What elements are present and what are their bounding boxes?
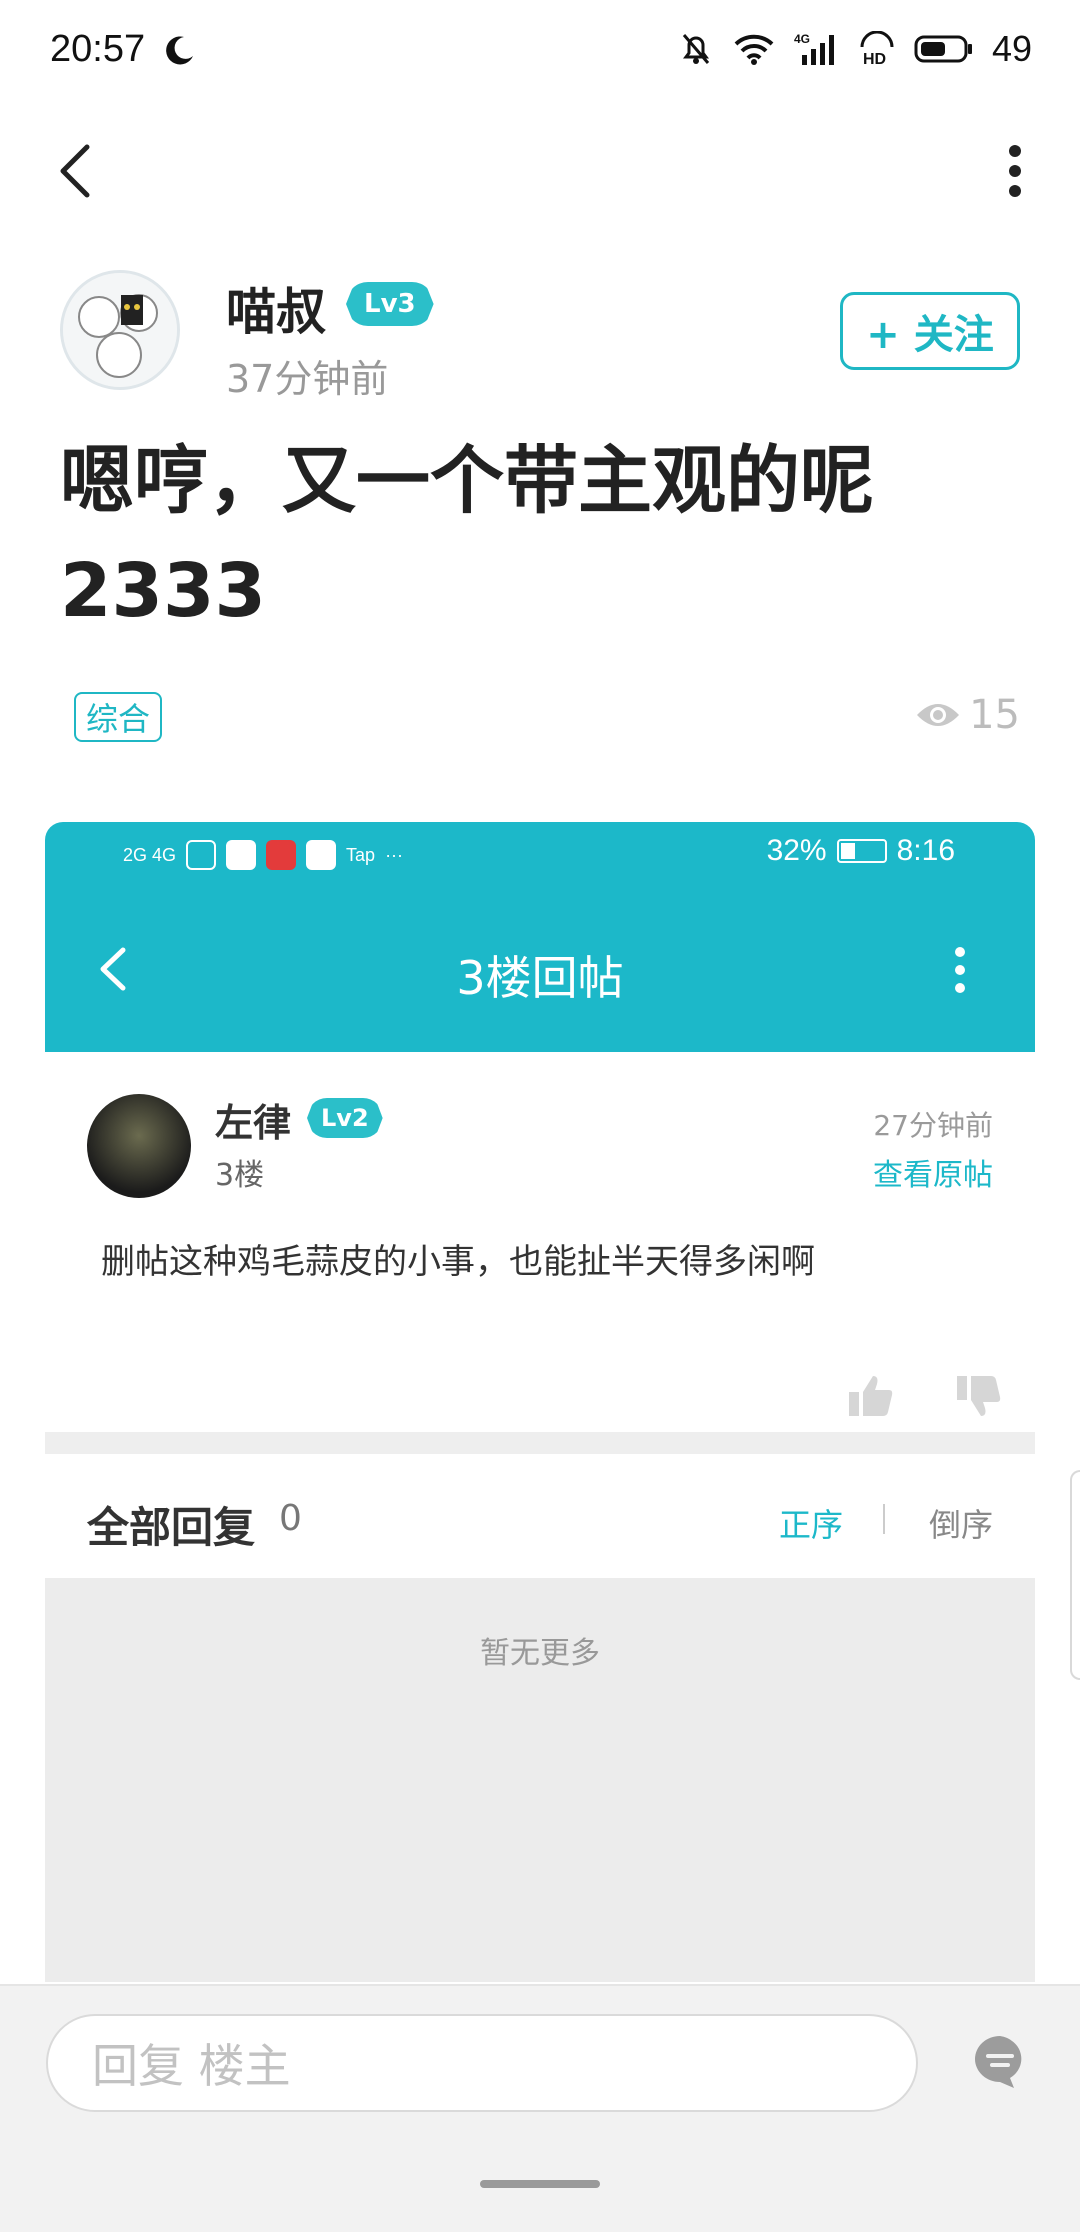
category-tag[interactable]: 综合 xyxy=(74,692,163,742)
status-bar: 20:57 4G HD 49 xyxy=(0,0,1080,110)
more-vertical-icon xyxy=(1009,145,1021,197)
reply-floor: 3楼 xyxy=(215,1158,265,1193)
svg-text:4G: 4G xyxy=(794,32,810,46)
embedded-more-icon xyxy=(955,947,965,993)
empty-replies-area: 暂无更多 xyxy=(45,1578,1035,1982)
reply-time: 27分钟前 xyxy=(873,1109,993,1142)
embedded-status-right: 32% 8:16 xyxy=(767,834,955,868)
thumbs-up-icon xyxy=(849,1376,893,1416)
cat-avatar-icon xyxy=(63,273,177,387)
post-time: 37分钟前 xyxy=(226,357,389,401)
status-icons: 4G HD 49 xyxy=(678,28,1032,70)
embedded-battery-icon xyxy=(836,839,887,863)
follow-button[interactable]: + 关注 xyxy=(840,292,1020,370)
embedded-app-label: Tap xyxy=(346,844,376,865)
side-drawer-handle[interactable] xyxy=(1070,1470,1080,1680)
phone-icon xyxy=(186,840,217,870)
author-avatar[interactable] xyxy=(60,270,180,390)
mute-bell-icon xyxy=(682,34,710,64)
comment-icon[interactable] xyxy=(970,2032,1030,2092)
home-indicator[interactable] xyxy=(480,2180,600,2188)
embedded-status-more: ··· xyxy=(385,844,404,865)
all-replies-count: 0 xyxy=(279,1498,302,1539)
embedded-title: 3楼回帖 xyxy=(456,951,624,1005)
battery-icon xyxy=(914,35,972,63)
more-button[interactable] xyxy=(980,136,1050,206)
back-button[interactable] xyxy=(40,136,110,206)
app-header xyxy=(0,110,1080,230)
embedded-header: 2G 4G Tap ··· 32% 8:16 3楼回帖 xyxy=(45,822,1035,1052)
author-level-badge: Lv3 xyxy=(346,282,434,326)
sort-separator xyxy=(883,1504,885,1534)
embedded-battery-percent: 32% xyxy=(766,834,827,867)
view-count: 15 xyxy=(915,692,1020,738)
svg-text:HD: HD xyxy=(863,51,886,67)
sort-ascending: 正序 xyxy=(778,1506,843,1544)
embedded-status-left: 2G 4G Tap ··· xyxy=(123,840,403,870)
empty-replies-text: 暂无更多 xyxy=(480,1636,600,1671)
reply-level-badge: Lv2 xyxy=(307,1098,383,1138)
view-count-value: 15 xyxy=(969,692,1020,738)
reply-content: 删帖这种鸡毛蒜皮的小事，也能扯半天得多闲啊 xyxy=(101,1242,815,1282)
chevron-left-icon xyxy=(60,144,90,198)
all-replies-header: 全部回复 0 正序 倒序 xyxy=(45,1454,1035,1578)
bottom-reply-bar: 回复 楼主 xyxy=(0,1984,1080,2232)
wifi-icon xyxy=(734,34,774,65)
browser-app-icon xyxy=(306,840,337,870)
sort-descending: 倒序 xyxy=(928,1506,993,1544)
baidu-app-icon xyxy=(226,840,257,870)
status-time: 20:57 xyxy=(50,28,146,70)
embedded-signal-label: 2G 4G xyxy=(123,844,177,865)
post-author-row: 喵叔 Lv3 37分钟前 + 关注 xyxy=(0,260,1080,410)
thumbs-down-icon xyxy=(957,1376,1001,1416)
huawei-app-icon xyxy=(266,840,297,870)
author-name[interactable]: 喵叔 xyxy=(226,272,326,344)
post-title: 嗯哼，又一个带主观的呢2333 xyxy=(60,438,874,634)
eye-icon xyxy=(917,704,960,726)
post-image[interactable]: 2G 4G Tap ··· 32% 8:16 3楼回帖 左律 Lv2 3楼 27… xyxy=(45,822,1035,1982)
reply-author-avatar xyxy=(87,1094,191,1198)
reply-author-name: 左律 xyxy=(215,1101,292,1145)
embedded-time: 8:16 xyxy=(896,834,955,867)
battery-level: 49 xyxy=(991,28,1032,69)
cell-signal-icon: 4G xyxy=(794,32,834,65)
all-replies-label: 全部回复 xyxy=(87,1503,256,1552)
embedded-status-bar: 2G 4G Tap ··· 32% 8:16 xyxy=(45,822,1035,882)
section-divider xyxy=(45,1432,1035,1454)
embedded-reply-card: 左律 Lv2 3楼 27分钟前 查看原帖 删帖这种鸡毛蒜皮的小事，也能扯半天得多… xyxy=(45,1052,1035,1452)
view-original-link: 查看原帖 xyxy=(873,1158,993,1193)
hd-voice-icon: HD xyxy=(860,31,894,67)
reply-input[interactable]: 回复 楼主 xyxy=(46,2014,918,2112)
moon-icon xyxy=(166,36,193,65)
